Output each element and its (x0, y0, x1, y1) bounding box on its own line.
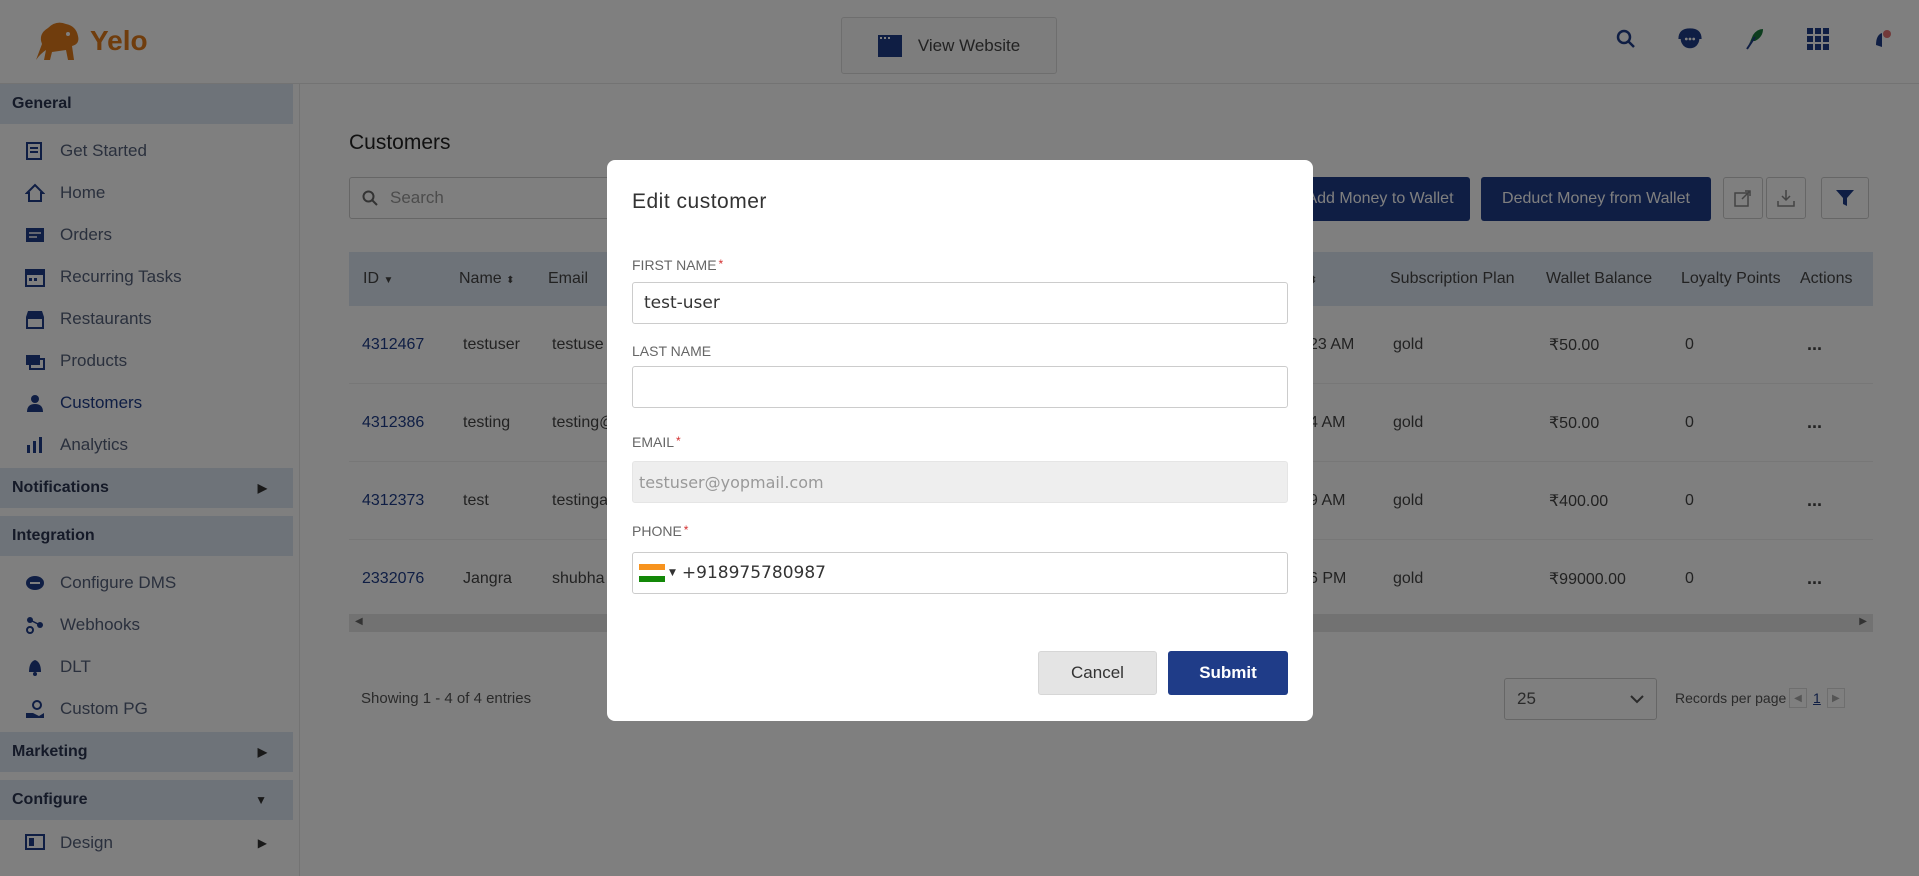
cancel-button[interactable]: Cancel (1038, 651, 1157, 695)
first-name-value: test-user (644, 293, 720, 313)
edit-customer-modal: Edit customer FIRST NAME * test-user LAST… (607, 160, 1313, 721)
required-asterisk: * (683, 523, 689, 537)
label-text: EMAIL (632, 434, 675, 450)
last-name-field[interactable] (632, 366, 1288, 408)
first-name-label: FIRST NAME * (632, 257, 723, 273)
email-field: testuser@yopmail.com (632, 461, 1288, 503)
required-asterisk: * (718, 257, 724, 271)
label-text: FIRST NAME (632, 257, 717, 273)
country-dropdown-icon[interactable]: ▼ (669, 568, 676, 578)
label-text: LAST NAME (632, 343, 712, 359)
phone-value: +918975780987 (681, 563, 826, 583)
submit-button[interactable]: Submit (1168, 651, 1288, 695)
phone-field[interactable]: ▼ +918975780987 (632, 552, 1288, 594)
modal-title: Edit customer (632, 190, 767, 213)
last-name-label: LAST NAME (632, 343, 711, 359)
first-name-field[interactable]: test-user (632, 282, 1288, 324)
label-text: PHONE (632, 523, 682, 539)
phone-label: PHONE * (632, 523, 688, 539)
email-value: testuser@yopmail.com (639, 472, 824, 492)
required-asterisk: * (676, 434, 681, 448)
india-flag-icon[interactable] (639, 564, 665, 582)
email-label: EMAIL * (632, 434, 681, 450)
